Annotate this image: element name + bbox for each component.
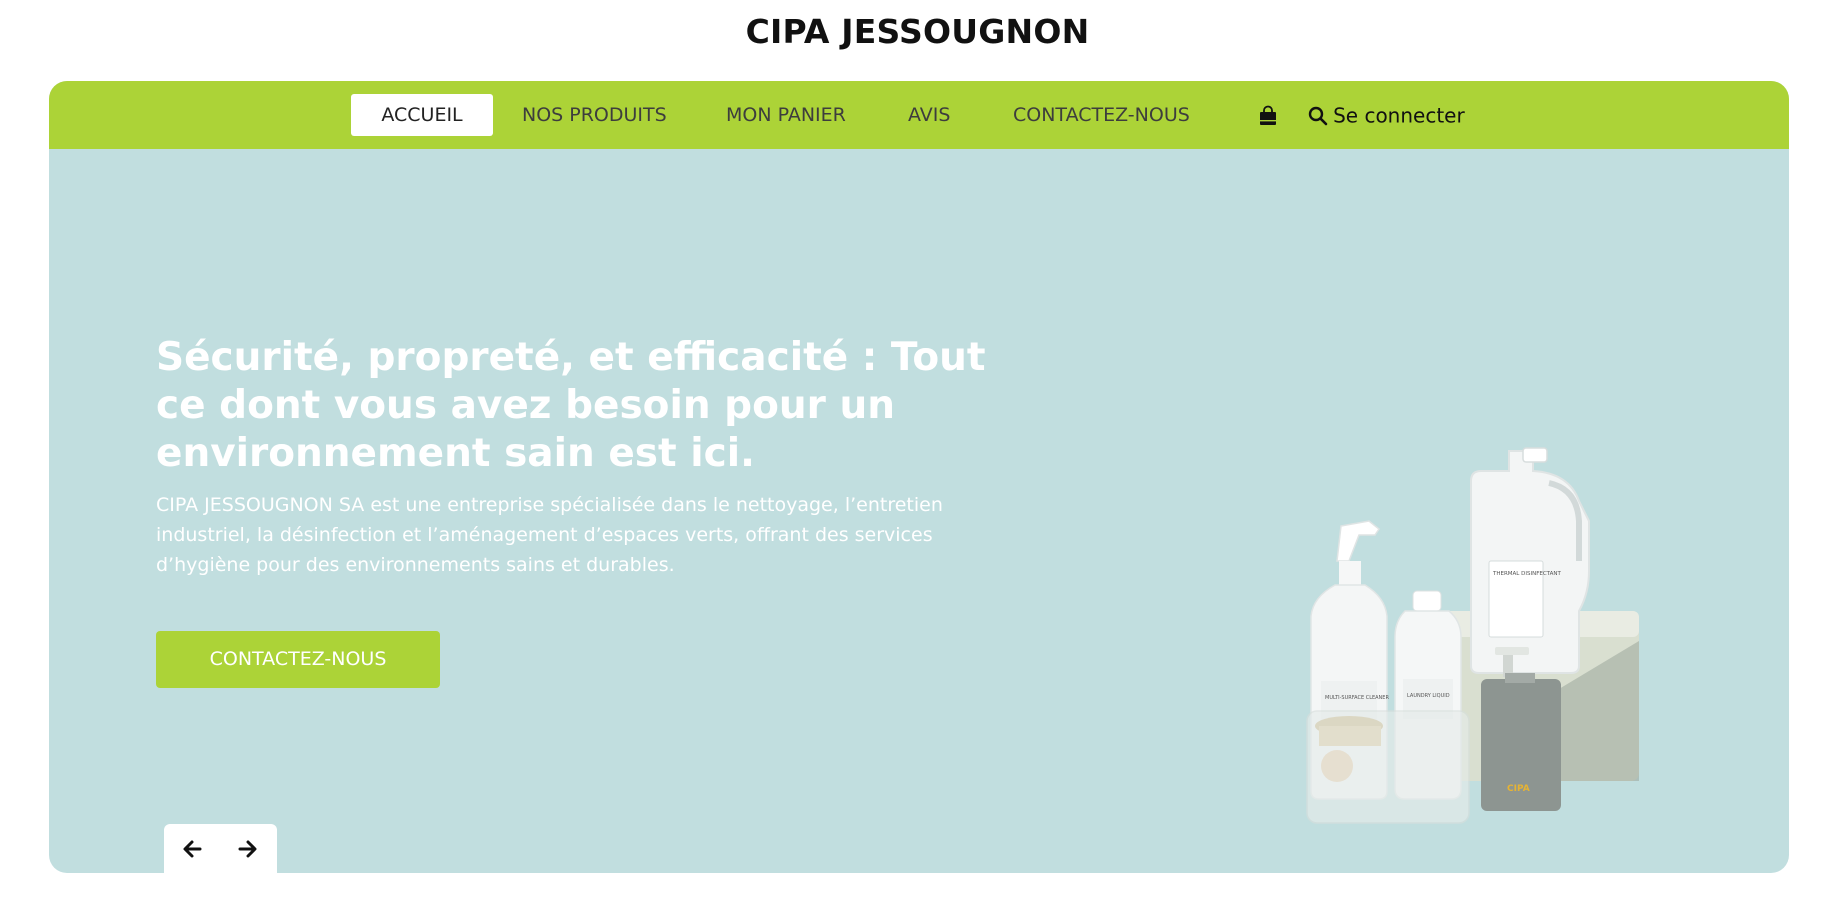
hero-description: CIPA JESSOUGNON SA est une entreprise sp… xyxy=(156,494,943,576)
nav-item-accueil[interactable]: ACCUEIL xyxy=(351,94,493,136)
shopping-bag-icon xyxy=(1260,105,1276,125)
spray-label: MULTI-SURFACE CLEANER xyxy=(1325,695,1389,701)
pump-logo: CIPA xyxy=(1507,784,1530,794)
main-frame: ACCUEIL NOS PRODUITS MON PANIER AVIS CON… xyxy=(49,81,1789,873)
nav-item-mon-panier[interactable]: MON PANIER xyxy=(726,94,846,136)
nav-item-nos-produits[interactable]: NOS PRODUITS xyxy=(522,94,667,136)
laundry-label: LAUNDRY LIQUID xyxy=(1407,693,1450,699)
login-link[interactable]: Se connecter xyxy=(1308,94,1465,136)
cart-button[interactable] xyxy=(1257,94,1279,136)
nav-item-avis[interactable]: AVIS xyxy=(908,94,950,136)
contact-cta-button[interactable]: CONTACTEZ-NOUS xyxy=(156,631,440,688)
cleaning-products-image: THERMAL DISINFECTANT CIPA MULTI-SURFACE … xyxy=(1306,447,1639,824)
hero-title: Sécurité, propreté, et efficacité : Tout… xyxy=(156,335,986,476)
nav-item-contactez-nous[interactable]: CONTACTEZ-NOUS xyxy=(1013,94,1190,136)
main-navbar: ACCUEIL NOS PRODUITS MON PANIER AVIS CON… xyxy=(49,81,1789,149)
arrow-right-icon[interactable] xyxy=(234,836,262,862)
slider-controls xyxy=(164,824,277,873)
jug-label: THERMAL DISINFECTANT xyxy=(1492,571,1561,577)
login-label: Se connecter xyxy=(1333,103,1465,128)
site-title: CIPA JESSOUGNON xyxy=(745,12,1090,51)
search-icon xyxy=(1308,106,1328,125)
arrow-left-icon[interactable] xyxy=(178,836,206,862)
